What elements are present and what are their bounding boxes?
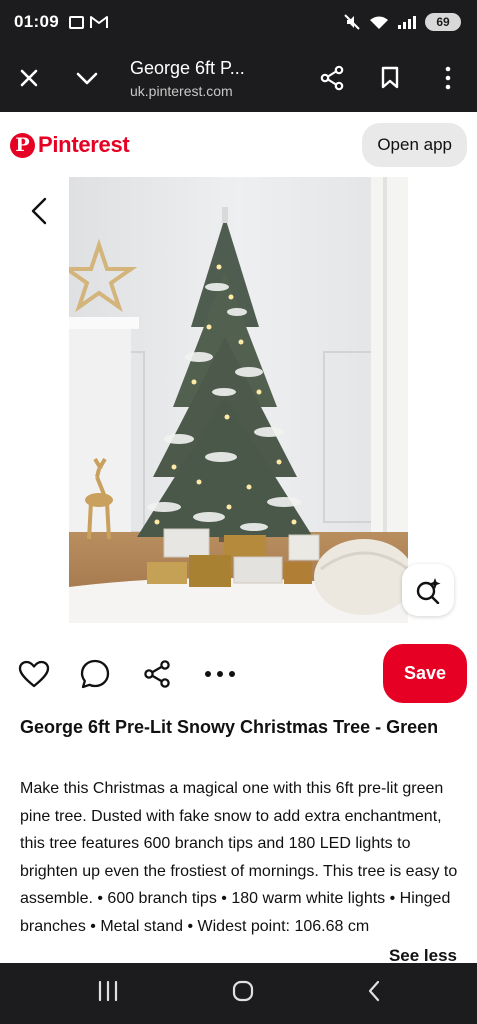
system-back-button[interactable] (366, 979, 382, 1008)
battery-icon: 69 (425, 13, 461, 31)
pin-description: Make this Christmas a magical one with t… (20, 780, 458, 935)
page-title: George 6ft P... (130, 57, 245, 78)
browser-toolbar: George 6ft P... uk.pinterest.com (0, 44, 477, 112)
pin-image[interactable] (69, 177, 408, 623)
chevron-left-icon (31, 197, 47, 225)
close-icon (20, 69, 38, 87)
more-menu-button[interactable] (419, 44, 477, 112)
pinterest-logo[interactable]: P Pinterest (10, 132, 130, 158)
browser-actions (303, 44, 477, 112)
more-vertical-icon (445, 66, 451, 90)
back-button[interactable] (22, 194, 56, 228)
more-options-button[interactable] (204, 649, 266, 699)
open-app-button[interactable]: Open app (362, 123, 467, 167)
home-icon (232, 980, 253, 1002)
share-icon (144, 660, 170, 688)
close-tab-button[interactable] (0, 44, 58, 112)
more-horizontal-icon (205, 671, 235, 677)
like-button[interactable] (18, 649, 80, 699)
pin-title: George 6ft Pre-Lit Snowy Christmas Tree … (20, 717, 439, 737)
status-system-icons: 69 (344, 13, 461, 31)
back-icon (368, 980, 379, 1002)
visual-search-icon (416, 578, 441, 604)
christmas-tree-photo (69, 177, 408, 623)
visual-search-button[interactable] (402, 564, 454, 616)
home-button[interactable] (231, 979, 255, 1008)
save-button[interactable]: Save (383, 644, 467, 703)
share-page-button[interactable] (303, 44, 361, 112)
page-url: uk.pinterest.com (130, 82, 233, 99)
chevron-down-icon (76, 72, 98, 85)
battery-level: 69 (436, 15, 450, 29)
mute-icon (344, 14, 360, 30)
wifi-icon (370, 16, 388, 29)
status-time: 01:09 (14, 12, 59, 31)
recent-apps-button[interactable] (96, 980, 120, 1007)
screenshot-icon (68, 15, 84, 29)
pinterest-logo-text: Pinterest (38, 132, 130, 157)
pinterest-header: P Pinterest Open app (0, 112, 477, 178)
recent-apps-icon (98, 980, 117, 1002)
status-bar: 01:09 69 (0, 0, 477, 44)
share-icon (320, 65, 344, 91)
pin-action-row: Save (0, 640, 477, 708)
gmail-icon (89, 16, 108, 28)
pinterest-logo-icon: P (10, 132, 35, 158)
bookmark-button[interactable] (361, 44, 419, 112)
comment-button[interactable] (80, 649, 142, 699)
system-nav-bar (0, 963, 477, 1024)
signal-icon (398, 15, 416, 29)
status-notification-icons (68, 15, 108, 29)
minimize-button[interactable] (58, 44, 116, 112)
comment-icon (80, 659, 110, 689)
url-block[interactable]: George 6ft P... uk.pinterest.com (116, 58, 303, 99)
heart-icon (18, 660, 50, 688)
share-pin-button[interactable] (142, 649, 204, 699)
bookmark-icon (381, 66, 399, 89)
